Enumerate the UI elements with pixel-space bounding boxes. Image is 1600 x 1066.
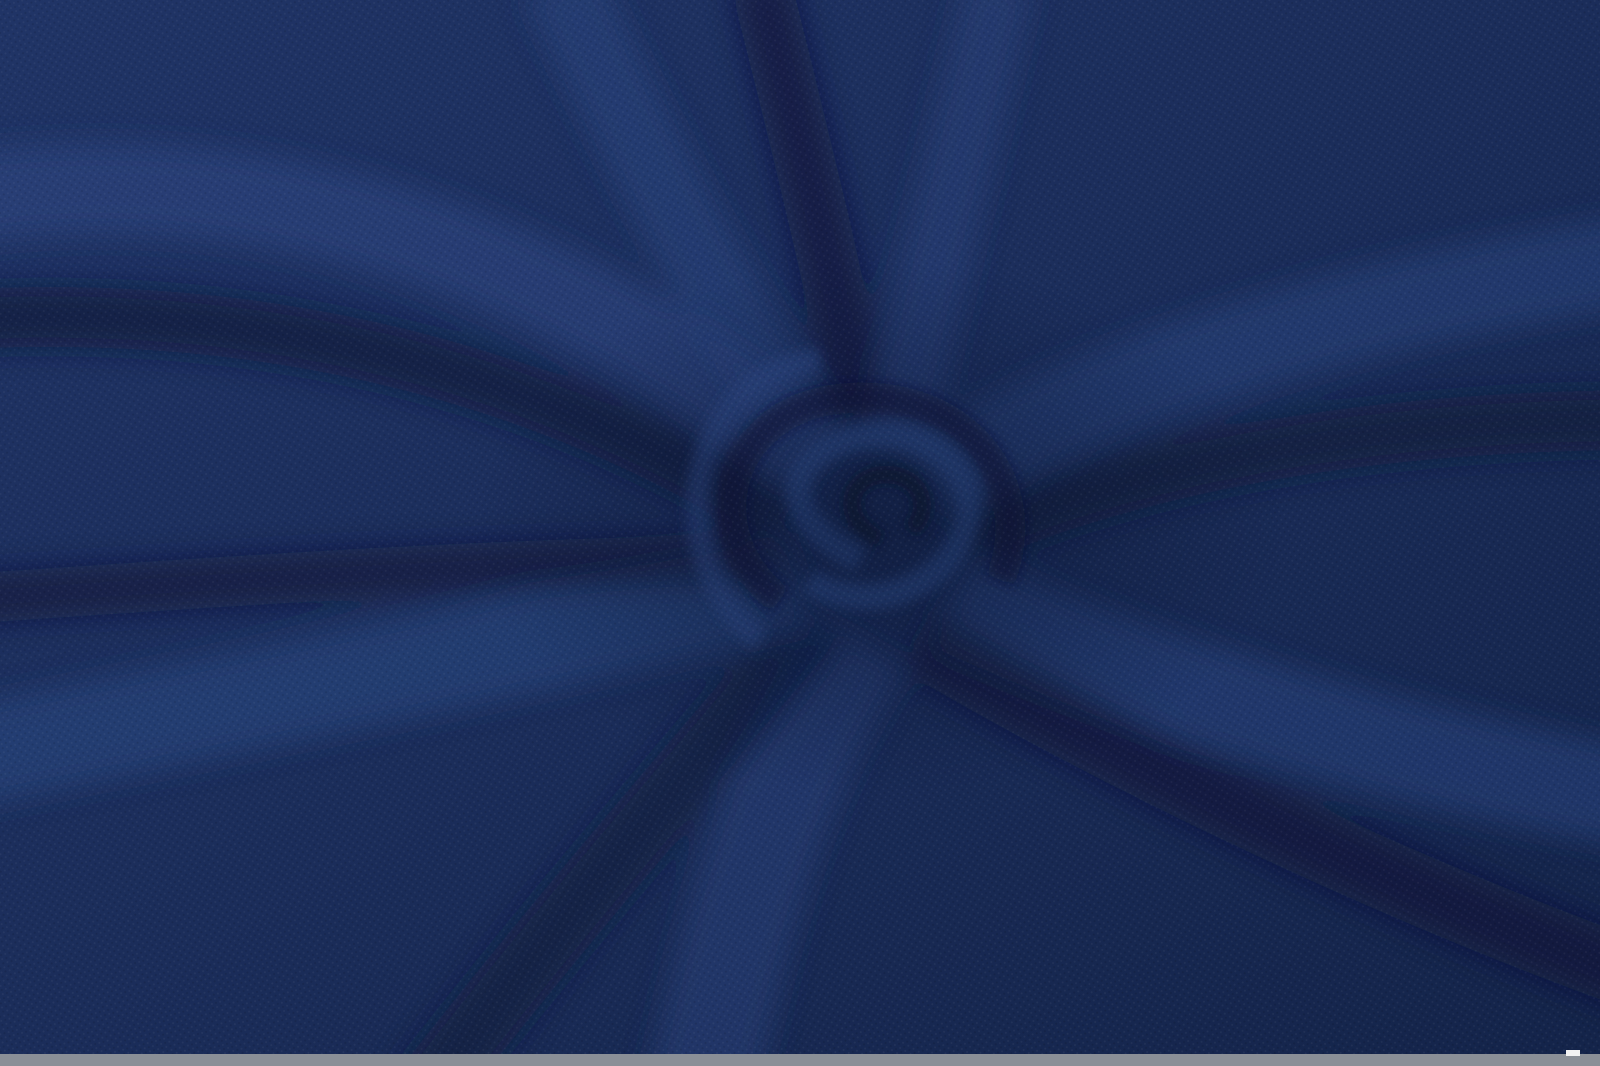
fabric-photo — [0, 0, 1600, 1054]
fabric-texture — [0, 0, 1600, 1054]
corner-mark — [1566, 1050, 1580, 1056]
bottom-border — [0, 1054, 1600, 1066]
fabric-swirl-illustration — [0, 0, 1600, 1054]
